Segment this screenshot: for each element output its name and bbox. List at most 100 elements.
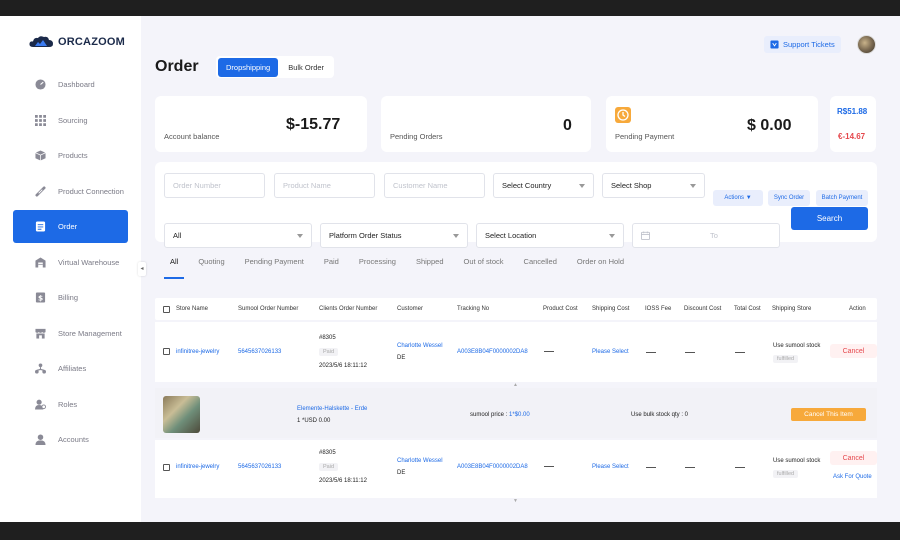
sidebar-item-label: Dashboard	[58, 80, 95, 89]
date-range-input[interactable]: To	[632, 223, 780, 248]
tab-order-on-hold[interactable]: Order on Hold	[571, 257, 630, 273]
customer-country: DE	[397, 355, 406, 361]
sidebar-item-order[interactable]: Order	[13, 210, 128, 243]
account-balance-value: $-15.77	[286, 116, 341, 133]
location-select[interactable]: Select Location	[476, 223, 624, 248]
sidebar-item-accounts[interactable]: Accounts	[13, 423, 128, 456]
table-row: infinitree-jewelry 5645637026133 #8305 P…	[155, 322, 877, 382]
sumool-order-link[interactable]: 5645637026133	[238, 349, 281, 355]
product-name-input[interactable]: Product Name	[274, 173, 375, 198]
tab-paid[interactable]: Paid	[318, 257, 345, 273]
column-shipping-store: Shipping Store	[772, 306, 812, 312]
batch-payment-button[interactable]: Batch Payment	[816, 190, 868, 206]
country-select-value: Select Country	[502, 181, 552, 190]
product-cost-empty	[544, 466, 554, 467]
tab-processing[interactable]: Processing	[353, 257, 402, 273]
expand-chevron-down-icon[interactable]: ▼	[513, 498, 518, 504]
sidebar-item-virtual-warehouse[interactable]: Virtual Warehouse	[13, 246, 128, 279]
shipping-select-link[interactable]: Please Select	[592, 464, 629, 470]
sumool-price-label: sumool price :	[470, 412, 508, 418]
sumool-price: sumool price : 1*$0.00	[470, 412, 530, 418]
tab-quoting[interactable]: Quoting	[192, 257, 230, 273]
sidebar-item-label: Order	[58, 222, 78, 231]
sidebar-item-label: Affiliates	[58, 364, 87, 373]
top-letterbox	[0, 0, 900, 16]
chevron-down-icon	[579, 184, 585, 188]
total-cost-empty	[735, 467, 745, 468]
brand-logo[interactable]: ORCAZOOM	[28, 34, 125, 50]
sidebar-item-label: Store Management	[58, 328, 122, 338]
customer-link[interactable]: Charlotte Wessel	[397, 343, 443, 349]
tab-bulk-order[interactable]: Bulk Order	[280, 58, 332, 77]
bottom-letterbox	[0, 522, 900, 540]
tab-out-of-stock[interactable]: Out of stock	[458, 257, 510, 273]
sidebar-item-affiliates[interactable]: Affiliates	[13, 352, 128, 385]
tab-all[interactable]: All	[164, 257, 185, 279]
tab-pending-payment[interactable]: Pending Payment	[239, 257, 310, 273]
sidebar-nav: Dashboard Sourcing Products Product Conn…	[13, 68, 128, 459]
support-tickets-button[interactable]: Support Tickets	[764, 36, 841, 53]
tab-shipped[interactable]: Shipped	[410, 257, 450, 273]
sync-order-button[interactable]: Sync Order	[768, 190, 810, 206]
rate-brl: R$51.88	[837, 107, 868, 116]
shipping-store-text: Use sumool stock	[773, 343, 821, 349]
ticket-icon	[770, 40, 779, 49]
customer-link[interactable]: Charlotte Wessel	[397, 458, 443, 464]
product-thumbnail[interactable]	[163, 396, 200, 433]
affiliates-icon	[35, 363, 46, 374]
cloud-logo-icon	[29, 36, 53, 47]
row-checkbox[interactable]	[163, 464, 170, 471]
status-all-select[interactable]: All	[164, 223, 312, 248]
sidebar-item-roles[interactable]: Roles	[13, 388, 128, 421]
select-all-checkbox[interactable]	[163, 306, 170, 313]
shop-select[interactable]: Select Shop	[602, 173, 705, 198]
client-order-number: #8305	[319, 335, 336, 341]
cancel-order-button[interactable]: Cancel	[830, 344, 877, 358]
platform-status-select[interactable]: Platform Order Status	[320, 223, 468, 248]
filter-panel: Order Number Product Name Customer Name …	[155, 162, 877, 248]
box-icon	[35, 150, 46, 161]
roles-icon	[35, 399, 46, 410]
customer-country: DE	[397, 470, 406, 476]
cancel-item-button[interactable]: Cancel This Item	[791, 408, 866, 421]
column-tracking-no: Tracking No	[457, 306, 490, 312]
order-number-input[interactable]: Order Number	[164, 173, 265, 198]
customer-name-input[interactable]: Customer Name	[384, 173, 485, 198]
column-sumool-order-number: Sumool Order Number	[238, 306, 299, 312]
actions-dropdown-button[interactable]: Actions ▼	[713, 190, 763, 206]
sidebar-item-billing[interactable]: $ Billing	[13, 281, 128, 314]
user-avatar[interactable]	[857, 35, 876, 54]
country-select[interactable]: Select Country	[493, 173, 594, 198]
column-customer: Customer	[397, 306, 424, 312]
sidebar-item-dashboard[interactable]: Dashboard	[13, 68, 128, 101]
store-name-link[interactable]: infinitree-jewelry	[176, 349, 219, 355]
shipping-select-link[interactable]: Please Select	[592, 349, 629, 355]
sidebar-item-store-management[interactable]: Store Management	[13, 317, 128, 350]
pending-orders-value: 0	[563, 117, 572, 134]
tracking-number-link[interactable]: A003E8B04F0000002DA8	[457, 464, 528, 470]
sumool-order-link[interactable]: 5645637026133	[238, 464, 281, 470]
store-name-link[interactable]: infinitree-jewelry	[176, 464, 219, 470]
tab-cancelled[interactable]: Cancelled	[518, 257, 563, 273]
account-balance-card: Account balance $-15.77	[155, 96, 367, 152]
chevron-down-icon	[297, 234, 303, 238]
calendar-icon	[641, 231, 650, 240]
cancel-order-button[interactable]: Cancel	[830, 451, 877, 465]
pending-orders-caption: Pending Orders	[390, 132, 443, 141]
row-checkbox[interactable]	[163, 348, 170, 355]
account-balance-caption: Account balance	[164, 132, 220, 141]
paid-badge: Paid	[319, 463, 339, 471]
tracking-number-link[interactable]: A003E8B04F0000002DA8	[457, 349, 528, 355]
sidebar: ORCAZOOM Dashboard Sourcing Products Pro…	[0, 16, 141, 522]
tab-dropshipping[interactable]: Dropshipping	[218, 57, 279, 77]
sidebar-item-product-connection[interactable]: Product Connection	[13, 175, 128, 208]
sidebar-item-products[interactable]: Products	[13, 139, 128, 172]
brand-name-part-1: ORCA	[58, 36, 92, 48]
product-name-link[interactable]: Elemente-Halskette - Erde	[297, 406, 367, 412]
search-button[interactable]: Search	[791, 207, 868, 230]
sidebar-collapse-toggle[interactable]: ◂	[138, 262, 146, 276]
sidebar-item-label: Roles	[58, 399, 78, 409]
ask-for-quote-link[interactable]: Ask For Quote	[833, 474, 872, 480]
sidebar-item-sourcing[interactable]: Sourcing	[13, 104, 128, 137]
link-icon	[35, 185, 46, 197]
